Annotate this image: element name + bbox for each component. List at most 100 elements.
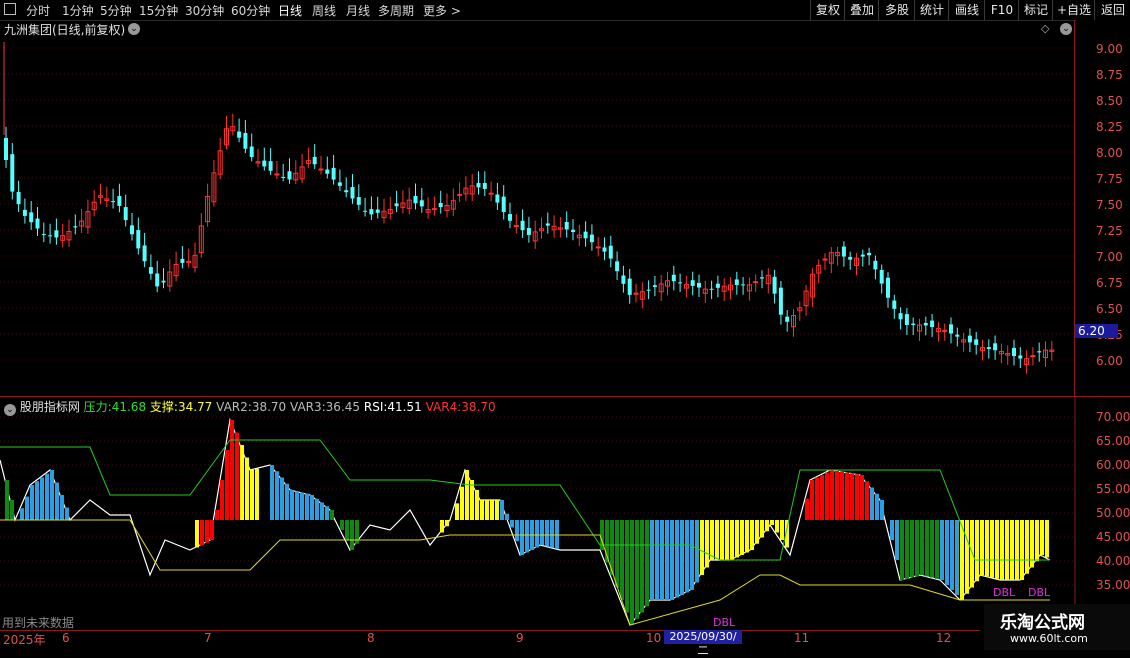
- indicator-green-bar: [635, 520, 639, 619]
- indicator-yellow-bar: [250, 470, 254, 520]
- candle-body: [123, 207, 128, 221]
- indicator-blue-bar: [680, 520, 684, 595]
- candle-body: [419, 200, 424, 207]
- future-data-note: 用到未来数据: [2, 616, 75, 630]
- indicator-red-bar: [815, 477, 819, 520]
- candle-body: [29, 212, 34, 223]
- date-label: 6: [62, 631, 70, 645]
- indicator-blue-bar: [690, 520, 694, 590]
- candle-body: [583, 231, 588, 239]
- indicator-blue-bar: [310, 495, 314, 520]
- candle-body: [678, 282, 683, 284]
- indicator-blue-bar: [550, 520, 554, 548]
- indicator-green-bar: [920, 520, 924, 575]
- indicator-yellow-bar: [495, 500, 499, 520]
- date-axis: [0, 630, 980, 645]
- indicator-blue-bar: [695, 520, 699, 583]
- indicator-yellow-bar: [455, 503, 459, 520]
- candle-body: [652, 285, 657, 288]
- dbl-signal-label: DBL: [713, 616, 736, 629]
- candle-body: [753, 281, 759, 284]
- indicator-yellow-bar: [460, 486, 464, 520]
- candle-body: [595, 246, 601, 249]
- candle-body: [148, 267, 153, 274]
- indicator-blue-bar: [60, 495, 64, 520]
- candle-body: [615, 261, 620, 272]
- candle-body: [904, 314, 909, 325]
- candle-body: [513, 224, 519, 227]
- indicator-yellow-bar: [745, 520, 749, 553]
- indicator-red-bar: [825, 472, 829, 520]
- indicator-green-bar: [345, 520, 349, 540]
- dbl-signal-label: DBL: [993, 586, 1016, 599]
- indicator-blue-bar: [870, 487, 874, 520]
- indicator-blue-bar: [45, 473, 49, 520]
- candle-body: [501, 196, 506, 213]
- indicator-yellow-bar: [470, 480, 474, 520]
- indicator-blue-bar: [510, 520, 514, 528]
- candle-body: [249, 146, 254, 158]
- candle-body: [10, 154, 15, 192]
- candle-body: [545, 223, 550, 226]
- candle-body: [974, 339, 979, 345]
- indicator-green-bar: [915, 520, 919, 577]
- indicator-header: ⌄ 股朋指标网 压力:41.68 支撑:34.77 VAR2:38.70 VAR…: [4, 398, 496, 416]
- candle-body: [243, 132, 248, 149]
- candle-body: [760, 277, 764, 279]
- candle-body: [627, 278, 632, 295]
- indicator-blue-bar: [50, 470, 54, 520]
- indicator-blue-bar: [655, 520, 659, 600]
- candle-body: [841, 246, 846, 257]
- indicator-yellow-bar: [730, 520, 734, 560]
- indicator-blue-bar: [320, 502, 324, 520]
- indicator-red-bar: [860, 475, 864, 520]
- candle-body: [287, 171, 292, 180]
- indicator-yellow-bar: [985, 520, 989, 577]
- indicator-dropdown-icon[interactable]: ⌄: [4, 404, 16, 416]
- candle-body: [646, 289, 651, 291]
- candle-body: [986, 347, 991, 349]
- indicator-name[interactable]: 股朋指标网: [20, 400, 80, 414]
- indicator-blue-bar: [315, 498, 319, 520]
- candle-body: [344, 190, 349, 193]
- indicator-yellow-bar: [780, 520, 784, 540]
- indicator-yellow-bar: [760, 520, 764, 538]
- candle-body: [697, 282, 701, 288]
- candle-body: [4, 137, 8, 160]
- candle-body: [955, 334, 960, 337]
- candle-body: [369, 209, 374, 215]
- indicator-green-bar: [625, 520, 629, 613]
- indicator-red-bar: [205, 520, 209, 543]
- indicator-blue-bar: [535, 520, 539, 548]
- indicator-yellow-bar: [1045, 520, 1049, 558]
- indicator-yellow-bar: [195, 520, 199, 548]
- indicator-red-bar: [225, 450, 229, 520]
- indicator-red-bar: [865, 481, 869, 520]
- indicator-yellow-bar: [440, 520, 444, 533]
- indicator-green-bar: [910, 520, 914, 578]
- indicator-yellow-bar: [1000, 520, 1004, 580]
- indicator-yellow-bar: [1020, 520, 1024, 580]
- indicator-blue-bar: [500, 500, 504, 520]
- dbl-signal-label: DBL: [1028, 586, 1051, 599]
- candle-body: [848, 256, 853, 260]
- support-value: 34.77: [177, 400, 213, 414]
- indicator-green-bar: [935, 520, 939, 579]
- indicator-yellow-bar: [1025, 520, 1029, 574]
- indicator-blue-bar: [545, 520, 549, 547]
- candle-body: [993, 343, 998, 351]
- indicator-blue-bar: [300, 492, 304, 520]
- var2-label: VAR2:: [216, 400, 252, 414]
- indicator-yellow-bar: [765, 520, 769, 532]
- candle-body: [54, 230, 59, 238]
- indicator-yellow-bar: [1015, 520, 1019, 580]
- indicator-yellow-bar: [490, 500, 494, 520]
- pressure-value: 41.68: [111, 400, 147, 414]
- candle-body: [394, 203, 399, 207]
- indicator-green-bar: [925, 520, 929, 577]
- indicator-green-bar: [645, 520, 649, 607]
- indicator-green-bar: [615, 520, 619, 588]
- indicator-green-bar: [10, 500, 14, 520]
- candle-body: [930, 320, 935, 328]
- indicator-green-bar: [905, 520, 909, 579]
